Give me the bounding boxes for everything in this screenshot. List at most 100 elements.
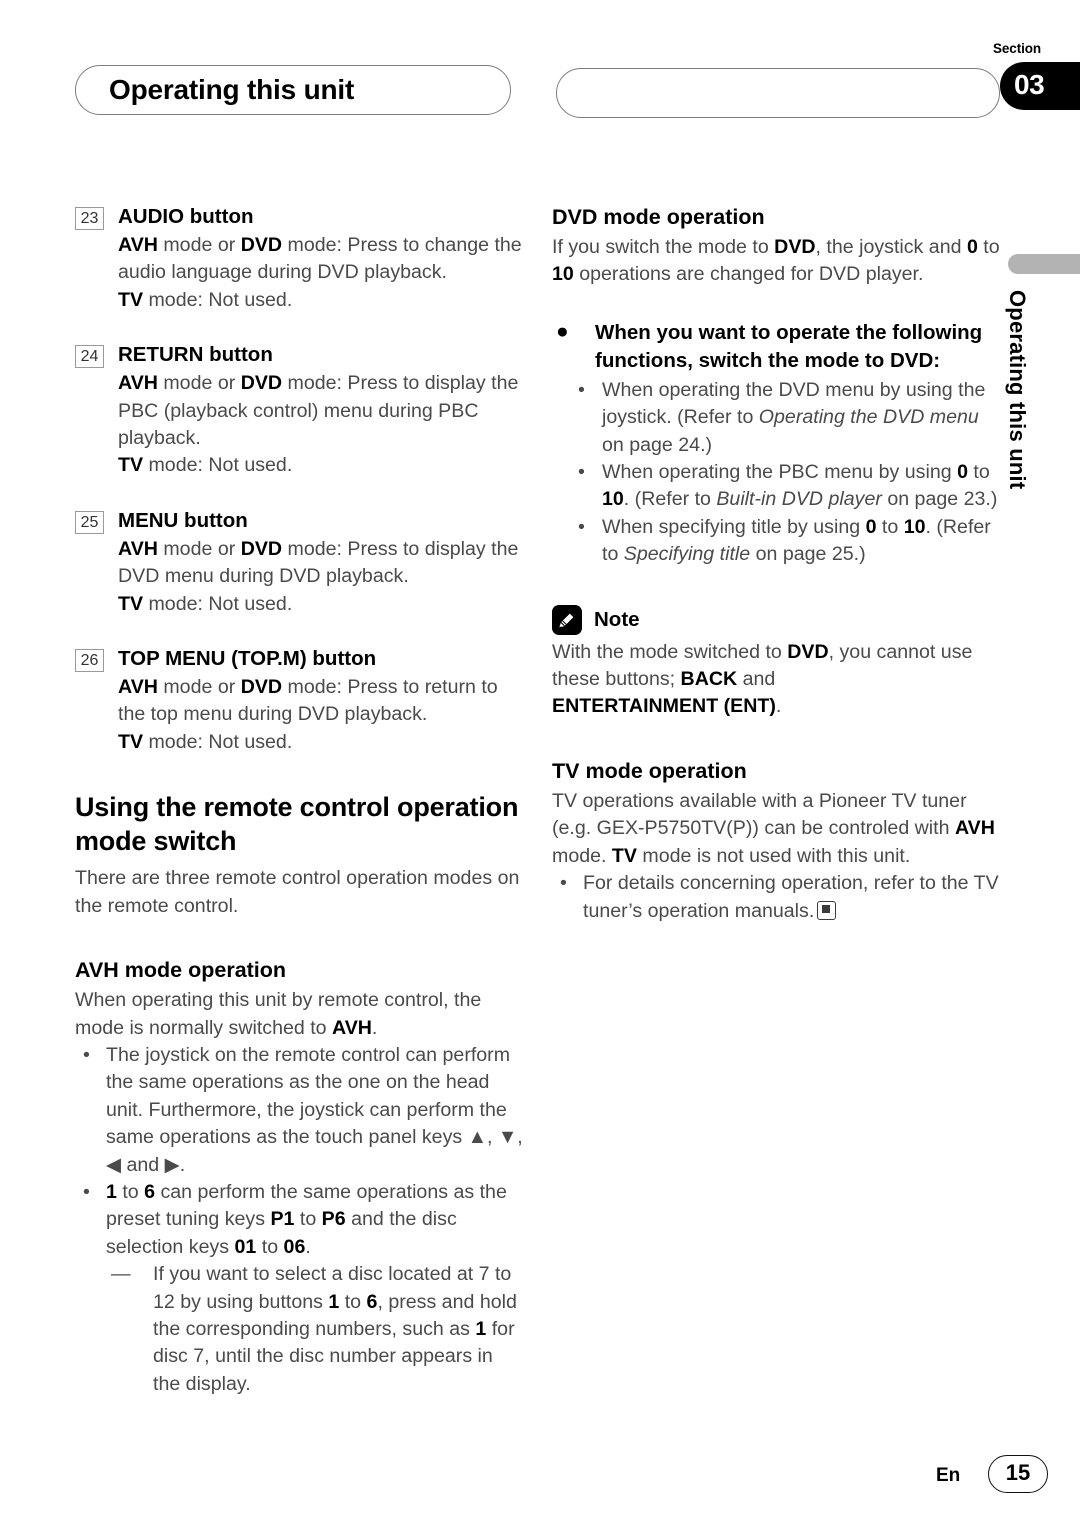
key-p6: P6 xyxy=(321,1208,346,1231)
text-run: mode or xyxy=(157,234,241,256)
tv-bullet-list: • For details concerning operation, refe… xyxy=(552,870,1002,925)
text-run: to xyxy=(339,1290,367,1313)
text-run: on page 25.) xyxy=(750,543,866,566)
item-body: AVH mode or DVD mode: Press to display t… xyxy=(118,536,523,618)
text-run: With the mode switched to xyxy=(552,640,788,663)
avh-mode-heading: AVH mode operation xyxy=(75,956,523,985)
text-run: . (Refer to xyxy=(623,488,717,511)
key-1: 1 xyxy=(475,1317,487,1340)
list-item: • For details concerning operation, refe… xyxy=(552,870,1002,925)
list-item: • When operating the PBC menu by using 0… xyxy=(552,459,1002,514)
bullet-icon: • xyxy=(83,1180,90,1203)
text-run: to xyxy=(116,1180,145,1203)
text-run: mode operation xyxy=(118,958,287,983)
key-6: 6 xyxy=(366,1290,378,1313)
text-run: to xyxy=(977,236,1000,258)
section-label: Section xyxy=(993,41,1042,56)
text-run: If you switch the mode to xyxy=(552,236,775,258)
numbered-item: 24 RETURN button AVH mode or DVD mode: P… xyxy=(75,341,523,480)
mode-dvd: DVD xyxy=(240,676,283,699)
sub-bullet-text: If you want to select a disc located at … xyxy=(153,1263,517,1395)
item-body: AVH mode or DVD mode: Press to return to… xyxy=(118,674,523,756)
mode-tv: TV xyxy=(552,758,580,783)
dvd-bullet-list: • When operating the DVD menu by using t… xyxy=(552,377,1002,569)
mode-tv: TV xyxy=(118,288,144,311)
text-run: and xyxy=(737,668,776,691)
mode-dvd: DVD xyxy=(787,640,829,663)
key-6: 6 xyxy=(144,1180,156,1203)
key-p1: P1 xyxy=(270,1208,295,1231)
item-number-badge: 26 xyxy=(75,649,104,673)
text-run: mode or xyxy=(157,372,241,395)
item-title: TOP MENU (TOP.M) button xyxy=(118,647,377,671)
mode-avh: AVH xyxy=(118,676,158,699)
key-0: 0 xyxy=(865,515,877,538)
key-06: 06 xyxy=(283,1235,306,1258)
mode-dvd: DVD xyxy=(774,236,816,258)
text-run: to xyxy=(294,1208,322,1231)
key-0: 0 xyxy=(966,236,978,258)
note-title: Note xyxy=(594,607,640,631)
mode-avh: AVH xyxy=(954,817,995,840)
text-run: mode: Not used. xyxy=(143,592,293,615)
list-item: • The joystick on the remote control can… xyxy=(75,1042,523,1179)
key-01: 01 xyxy=(234,1235,257,1258)
numbered-item: 25 MENU button AVH mode or DVD mode: Pre… xyxy=(75,507,523,618)
bullet-text: The joystick on the remote control can p… xyxy=(106,1043,523,1176)
mode-avh: AVH xyxy=(118,537,158,560)
numbered-item: 26 TOP MENU (TOP.M) button AVH mode or D… xyxy=(75,645,523,756)
mode-dvd: DVD xyxy=(240,537,283,560)
key-0: 0 xyxy=(957,461,968,484)
mode-dvd: DVD xyxy=(552,205,598,229)
item-number-badge: 24 xyxy=(75,345,104,369)
text-run: . xyxy=(371,1016,378,1039)
key-1: 1 xyxy=(106,1180,117,1203)
section-number: 03 xyxy=(1014,69,1045,100)
side-tab-label: Operating this unit xyxy=(1005,290,1030,490)
key-10: 10 xyxy=(903,515,926,538)
mode-tv: TV xyxy=(118,730,144,753)
cross-reference: Operating the DVD menu xyxy=(758,406,979,429)
dvd-intro: If you switch the mode to DVD, the joyst… xyxy=(552,234,1002,289)
text-run: mode operation xyxy=(597,205,765,229)
avh-intro: When operating this unit by remote contr… xyxy=(75,987,523,1042)
text-run: on page 23.) xyxy=(881,488,998,511)
bullet-icon: • xyxy=(578,461,585,484)
bullet-icon: • xyxy=(560,872,567,895)
button-back: BACK xyxy=(680,668,738,691)
text-run: . xyxy=(305,1235,311,1258)
text-run: on page 24.) xyxy=(602,433,713,456)
left-column: 23 AUDIO button AVH mode or DVD mode: Pr… xyxy=(75,203,523,1398)
text-run: mode or xyxy=(157,537,241,560)
dash-icon: — xyxy=(111,1263,131,1286)
text-run: mode. xyxy=(552,844,612,867)
text-run: When specifying title by using xyxy=(602,515,866,538)
page-title: Operating this unit xyxy=(109,74,355,105)
bullet-icon: • xyxy=(578,378,585,401)
mode-tv: TV xyxy=(118,592,144,615)
item-title: RETURN button xyxy=(118,343,273,367)
text-run: mode operation xyxy=(579,758,747,783)
text-run: When operating the PBC menu by using xyxy=(602,461,958,484)
bullet-text: 1 to 6 can perform the same operations a… xyxy=(106,1181,507,1258)
avh-bullet-list: • The joystick on the remote control can… xyxy=(75,1042,523,1398)
text-run: mode or xyxy=(157,676,241,699)
bullet-icon: • xyxy=(578,515,585,538)
dvd-functions-heading: ● When you want to operate the following… xyxy=(552,319,1002,376)
bullet-text: For details concerning operation, refer … xyxy=(583,872,999,922)
tv-intro: TV operations available with a Pioneer T… xyxy=(552,788,1002,870)
text-run: operations are changed for DVD player. xyxy=(573,263,924,286)
text-run: TV operations available with a Pioneer T… xyxy=(552,789,967,840)
page-header: Operating this unit xyxy=(0,62,1080,118)
text-run: to xyxy=(967,461,990,484)
section-intro: There are three remote control operation… xyxy=(75,867,520,917)
right-column: DVD mode operation If you switch the mod… xyxy=(552,203,1002,925)
text-run: to xyxy=(256,1235,284,1258)
mode-tv: TV xyxy=(118,454,144,477)
mode-avh: AVH xyxy=(75,958,119,983)
header-blank-pill xyxy=(556,68,1000,118)
mode-avh: AVH xyxy=(332,1016,372,1039)
text-run: mode: Not used. xyxy=(143,454,293,477)
item-body: AVH mode or DVD mode: Press to change th… xyxy=(118,232,523,314)
list-item: • When operating the DVD menu by using t… xyxy=(552,377,1002,459)
